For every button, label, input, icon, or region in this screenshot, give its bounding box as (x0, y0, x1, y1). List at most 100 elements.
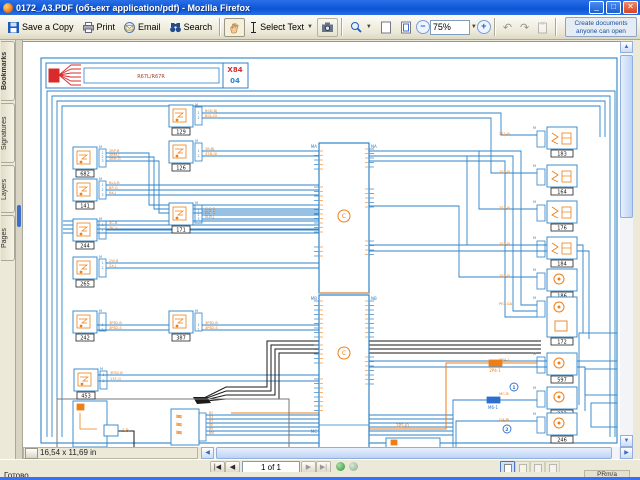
wire-label: 3C-B (109, 221, 118, 225)
redo-button[interactable]: ↷ (516, 18, 533, 37)
scroll-down-button[interactable]: ▼ (620, 435, 633, 447)
ad-line2: anyone can open (566, 28, 636, 36)
wire-label: 2F1-B (499, 169, 510, 174)
component-icon-dot (80, 161, 83, 164)
component-icon-dot (80, 271, 83, 274)
zoom-tool-button[interactable]: ▼ (346, 18, 376, 37)
vertical-scroll-thumb[interactable] (620, 55, 633, 218)
window-title: 0172_A3.PDF (объект application/pdf) - M… (16, 3, 589, 13)
wire-label: 2F1-B (499, 241, 510, 246)
vertical-scrollbar[interactable]: ▲ ▼ (620, 41, 633, 447)
undo-button[interactable]: ↶ (499, 18, 516, 37)
snapshot-tool-button[interactable] (317, 18, 338, 37)
wire-label: 3PB2-S (205, 326, 219, 330)
zoom-tool-dropdown[interactable]: ▼ (366, 24, 372, 30)
close-button[interactable]: ✕ (623, 1, 638, 14)
horizontal-scroll-track[interactable] (214, 447, 619, 459)
binoculars-icon (169, 21, 182, 34)
scroll-up-button[interactable]: ▲ (620, 41, 633, 53)
pin-number: 3 (197, 217, 199, 221)
ibeam-icon (249, 21, 258, 34)
fit-page-button[interactable] (396, 18, 416, 37)
component-icon-dot (558, 362, 561, 365)
pin-tag: M (99, 309, 102, 313)
hand-tool-button[interactable] (224, 18, 245, 37)
search-button[interactable]: Search (165, 18, 217, 37)
component-icon-dot (558, 396, 561, 399)
header-connector-icon (49, 69, 59, 82)
pin-number: 1 (101, 261, 103, 265)
tab-layers[interactable]: Layers (1, 165, 15, 213)
header-model-label: X84 (227, 66, 242, 74)
search-label: Search (184, 22, 213, 32)
title-bar: 0172_A3.PDF (объект application/pdf) - M… (0, 0, 640, 15)
component-box (73, 311, 97, 333)
component-icon-dot (176, 325, 179, 328)
create-documents-ad-button[interactable]: Create documents anyone can open (565, 17, 637, 37)
pin-number: 1 (101, 183, 103, 187)
wire-label: 3PB2-B (205, 321, 218, 325)
tab-bookmarks[interactable]: Bookmarks (1, 41, 15, 101)
print-button[interactable]: Print (78, 18, 120, 37)
pin-tag: M (195, 103, 198, 107)
page-navigation-bar: |◀ ◀ 1 of 1 ▶ ▶| (0, 459, 640, 473)
zoom-in-button[interactable]: + (477, 20, 491, 34)
horizontal-scroll-thumb[interactable] (216, 447, 612, 459)
toolbar-separator (341, 18, 343, 36)
pin-tag: M (99, 177, 102, 181)
page-size-options-button[interactable] (25, 448, 38, 459)
component-label: 242 (80, 336, 90, 342)
component-icon-dot (558, 422, 561, 425)
wire-label: 2B-BJ (205, 147, 214, 151)
tab-pages[interactable]: Pages (1, 215, 15, 261)
tab-signatures[interactable]: Signatures (1, 103, 15, 163)
component-label: 387 (176, 336, 186, 342)
toolbar-separator (219, 18, 221, 36)
pdf-page[interactable]: R67L/R67RX84042P4-1M6-12P5-J01-BB2B3B7B0… (23, 41, 620, 448)
pin-number: 3 (101, 193, 103, 197)
component-icon-dot (558, 306, 561, 309)
pin-tag: M (195, 201, 198, 205)
wire-label: BK-J (109, 191, 116, 195)
actual-size-button[interactable] (376, 18, 396, 37)
pin-number: 2 (197, 328, 199, 332)
page-fit-icon (400, 21, 412, 34)
pane-splitter-grip[interactable] (17, 205, 21, 227)
scroll-left-button[interactable]: ◀ (201, 447, 214, 459)
zoom-level-dropdown[interactable]: ▼ (471, 24, 477, 30)
page-icon (380, 21, 392, 34)
clipboard-button[interactable] (533, 18, 552, 37)
floppy-icon (7, 21, 20, 34)
next-view-circle-button[interactable] (349, 462, 358, 471)
select-text-button[interactable]: Select Text ▼ (245, 18, 317, 37)
pin-number: 2 (101, 328, 103, 332)
save-a-copy-button[interactable]: Save a Copy (3, 18, 78, 37)
pin-number: 1 (101, 323, 103, 327)
component-icon-dot (80, 325, 83, 328)
select-text-dropdown[interactable]: ▼ (307, 24, 313, 30)
minimize-button[interactable]: _ (589, 1, 604, 14)
wire-label: GA-BJ (499, 417, 509, 422)
wire-label: 3JC-J (109, 226, 117, 230)
component-box (73, 219, 97, 241)
pin-number: 1 (102, 373, 104, 377)
component-label: 453 (81, 394, 91, 400)
pin-tag: M (533, 412, 536, 416)
zoom-level-input[interactable] (430, 20, 470, 35)
pin-tag: M (195, 309, 198, 313)
scroll-right-button[interactable]: ▶ (620, 447, 633, 459)
pin-tag: M (533, 352, 536, 356)
wire (176, 423, 182, 426)
maximize-button[interactable]: □ (606, 1, 621, 14)
previous-view-circle-button[interactable] (336, 462, 345, 471)
pane-splitter[interactable] (16, 40, 23, 459)
zoom-out-button[interactable]: − (416, 20, 430, 34)
wire-label: 2BH-G (109, 157, 121, 161)
email-button[interactable]: Email (119, 18, 165, 37)
wire-label: MC-B (499, 391, 509, 396)
pin-tag: M (533, 268, 536, 272)
acrobat-toolbar: Save a Copy Print Email Search Select Te… (0, 15, 640, 40)
pin-number: 3 (101, 159, 103, 163)
wire-note: 2P5-J0 (396, 423, 409, 428)
wire-label: 3FB2-B (110, 371, 123, 375)
